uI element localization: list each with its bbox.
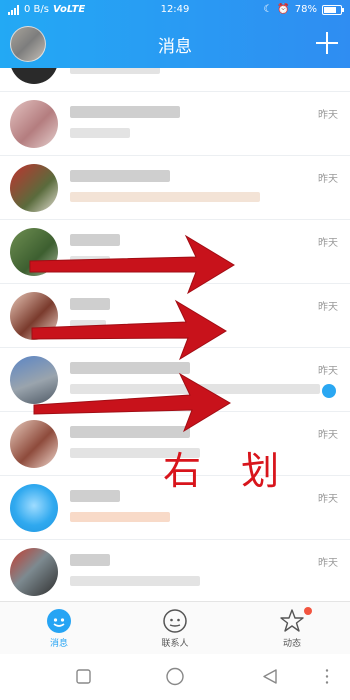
- avatar: [10, 228, 58, 276]
- avatar: [10, 356, 58, 404]
- contact-name: [70, 490, 120, 502]
- contact-name: [70, 298, 110, 310]
- tab-label: 动态: [282, 639, 301, 649]
- conversation-time: 昨天: [318, 430, 338, 441]
- contacts-icon: [163, 609, 187, 633]
- battery-icon: [322, 5, 344, 15]
- more-icon: [325, 681, 329, 684]
- list-item[interactable]: 昨天: [0, 220, 350, 284]
- contact-name: [70, 170, 170, 182]
- list-item[interactable]: [0, 68, 350, 92]
- bottom-nav: 消息 联系人 动态: [0, 601, 350, 654]
- notification-dot: [304, 607, 312, 615]
- conversation-time: 昨天: [318, 174, 338, 185]
- message-icon: [47, 609, 71, 633]
- tab-label: 消息: [49, 639, 68, 649]
- alarm-icon: ⏰: [277, 4, 290, 15]
- star-icon: [280, 609, 304, 632]
- moon-icon: ☾: [263, 4, 273, 15]
- list-item[interactable]: 昨天: [0, 348, 350, 412]
- message-preview: [70, 512, 170, 522]
- conversation-time: 昨天: [318, 366, 338, 377]
- tab-messages[interactable]: 消息: [19, 602, 99, 655]
- avatar: [10, 292, 58, 340]
- tab-label: 联系人: [161, 639, 189, 649]
- contact-name: [70, 234, 120, 246]
- conversation-time: 昨天: [318, 238, 338, 249]
- system-nav-bar: [0, 654, 350, 700]
- contact-name: [70, 362, 190, 374]
- unread-badge: [322, 384, 336, 398]
- conversation-list[interactable]: 昨天 昨天 昨天 昨天 昨天 昨天 昨天 昨天: [0, 68, 350, 601]
- conversation-time: 昨天: [318, 302, 338, 313]
- system-nav-icons: [76, 667, 329, 686]
- message-preview: [70, 384, 320, 394]
- list-item[interactable]: 昨天: [0, 92, 350, 156]
- screen: 0 B/s VoLTE 12:49 ☾ ⏰ 78% 消息 昨天 昨天 昨天 昨天…: [0, 0, 350, 700]
- contact-name: [70, 106, 180, 118]
- conversation-time: 昨天: [318, 494, 338, 505]
- status-bar: 0 B/s VoLTE 12:49 ☾ ⏰ 78%: [0, 0, 350, 20]
- contact-name: [70, 426, 190, 438]
- message-preview: [70, 128, 130, 138]
- back-icon: [263, 669, 277, 684]
- message-preview: [70, 192, 260, 202]
- contact-name: [70, 554, 110, 566]
- page-title: 消息: [158, 37, 192, 57]
- message-preview: [70, 256, 110, 266]
- plus-icon[interactable]: [314, 30, 340, 56]
- avatar: [10, 164, 58, 212]
- home-icon: [166, 667, 184, 686]
- annotation-text: 右 划: [163, 449, 294, 493]
- conversation-time: 昨天: [318, 558, 338, 569]
- recent-apps-icon: [76, 669, 91, 684]
- avatar: [10, 548, 58, 596]
- avatar: [10, 420, 58, 468]
- top-bar: 0 B/s VoLTE 12:49 ☾ ⏰ 78% 消息: [0, 0, 350, 68]
- tab-feed[interactable]: 动态: [252, 602, 332, 655]
- status-right: ☾ ⏰ 78%: [263, 0, 344, 20]
- message-preview: [70, 68, 160, 74]
- list-item[interactable]: 昨天: [0, 284, 350, 348]
- avatar: [10, 484, 58, 532]
- list-item[interactable]: 昨天: [0, 156, 350, 220]
- message-preview: [70, 320, 106, 330]
- avatar: [10, 68, 58, 84]
- conversation-time: 昨天: [318, 110, 338, 121]
- avatar: [10, 100, 58, 148]
- header: 消息: [0, 20, 350, 68]
- message-preview: [70, 576, 200, 586]
- tab-contacts[interactable]: 联系人: [135, 602, 215, 655]
- battery-percent: 78%: [294, 4, 317, 15]
- list-item[interactable]: 昨天: [0, 540, 350, 601]
